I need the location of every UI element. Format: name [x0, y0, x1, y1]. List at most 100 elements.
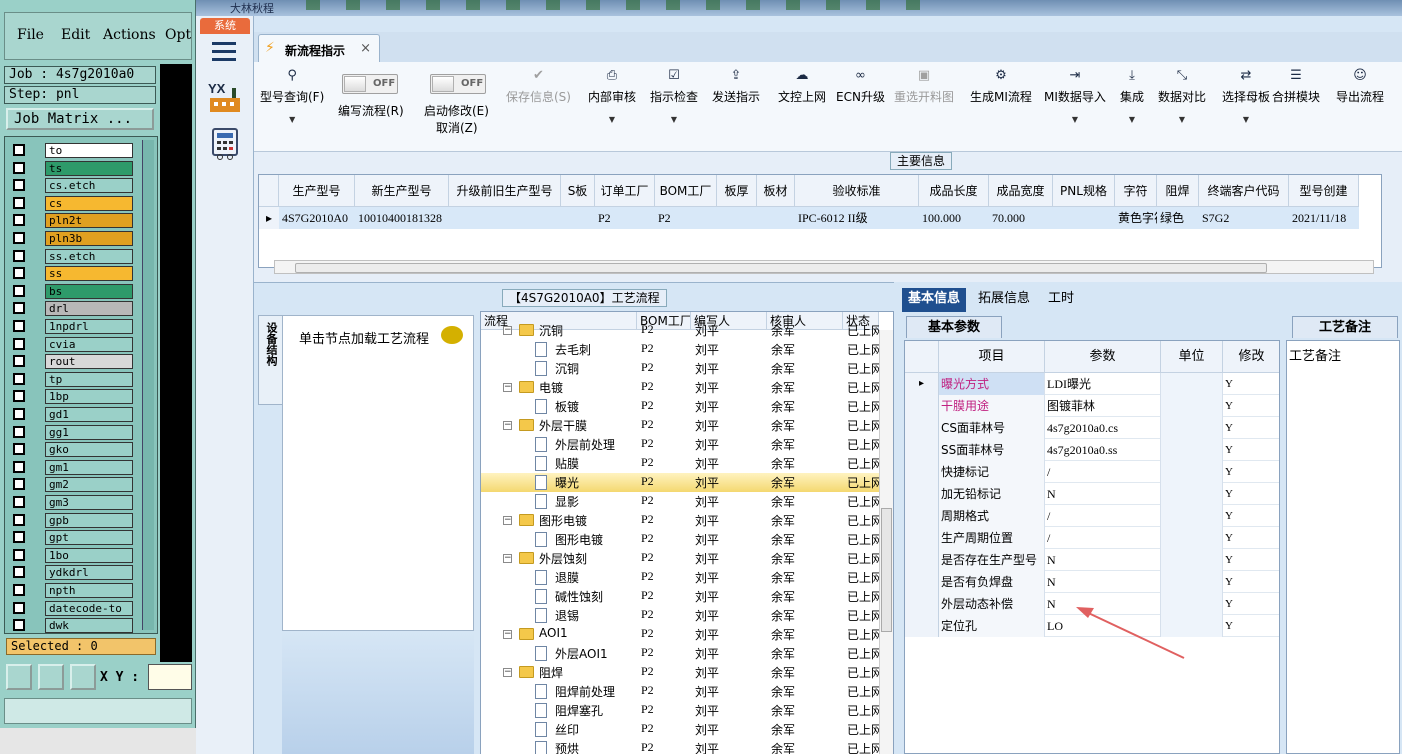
tree-group-row[interactable]: − 沉铜 P2 刘平 余军 已上网 — [481, 321, 879, 340]
toggle-knob[interactable] — [344, 76, 366, 92]
layer-name[interactable]: rout — [45, 354, 133, 370]
grid-cell[interactable] — [757, 207, 795, 229]
column-header[interactable]: 成品长度 — [919, 175, 989, 207]
row-indicator[interactable] — [905, 549, 939, 571]
layer-name[interactable]: ss — [45, 266, 133, 282]
detail-tab[interactable]: 工时 — [1042, 288, 1080, 312]
toolbar-button-smile[interactable]: ☺ 导出流程 — [1336, 68, 1384, 105]
graphic-area[interactable] — [160, 64, 192, 662]
layer-checkbox[interactable] — [13, 161, 25, 174]
tree-step-row[interactable]: 阻焊前处理 P2 刘平 余军 已上网 — [481, 682, 879, 701]
tree-step-row[interactable]: 丝印 P2 刘平 余军 已上网 — [481, 720, 879, 739]
panel-splitter[interactable] — [472, 315, 480, 754]
layer-name[interactable]: 1npdrl — [45, 319, 133, 334]
param-row[interactable]: 定位孔 LO Y — [905, 615, 1279, 637]
layer-name[interactable]: gpt — [45, 530, 133, 546]
layer-name[interactable]: gm1 — [45, 459, 133, 475]
row-indicator[interactable] — [905, 527, 939, 549]
layer-row[interactable]: tp — [11, 371, 133, 387]
param-value[interactable]: N — [1045, 593, 1161, 615]
tree-step-row[interactable]: 曝光 P2 刘平 余军 已上网 — [481, 473, 879, 492]
toolbar-button-shuffle[interactable]: ⇄ 选择母板 ▼ — [1222, 68, 1270, 124]
layer-checkbox[interactable] — [13, 284, 25, 297]
layer-name[interactable]: gd1 — [45, 407, 133, 422]
dropdown-arrow-icon[interactable]: ▼ — [650, 115, 698, 124]
tree-step-row[interactable]: 沉铜 P2 刘平 余军 已上网 — [481, 359, 879, 378]
param-column-header[interactable]: 参数 — [1045, 341, 1161, 373]
toolbar-button-download[interactable]: ⤓ 集成 ▼ — [1120, 68, 1144, 124]
layer-checkbox[interactable] — [13, 584, 25, 596]
layer-row[interactable]: gko — [11, 442, 133, 458]
layer-row[interactable]: ss.etch — [11, 248, 133, 264]
param-row[interactable]: CS面菲林号 4s7g2010a0.cs Y — [905, 417, 1279, 439]
layer-row[interactable]: dwk — [11, 618, 133, 633]
layer-name[interactable]: gko — [45, 442, 133, 458]
layer-name[interactable]: 1bp — [45, 389, 133, 405]
collapse-icon[interactable]: − — [503, 668, 512, 677]
detail-tab[interactable]: 基本信息 — [902, 288, 967, 312]
xy-input[interactable] — [148, 664, 192, 690]
column-header[interactable]: 订单工厂 — [595, 175, 655, 207]
param-unit[interactable] — [1161, 417, 1223, 439]
layer-checkbox[interactable] — [13, 566, 25, 579]
row-indicator[interactable] — [905, 395, 939, 417]
layer-checkbox[interactable] — [13, 144, 25, 156]
param-value[interactable]: / — [1045, 527, 1161, 549]
column-header[interactable]: 终端客户代码 — [1199, 175, 1289, 207]
param-unit[interactable] — [1161, 461, 1223, 483]
layer-name[interactable]: gm2 — [45, 477, 133, 493]
layer-name[interactable]: ydkdrl — [45, 565, 133, 581]
param-row[interactable]: ▸ 曝光方式 LDI曝光 Y — [905, 373, 1279, 395]
layer-checkbox[interactable] — [13, 267, 25, 280]
layer-checkbox[interactable] — [13, 513, 25, 526]
toolbar-button-check[interactable]: ✔ 保存信息(S) — [506, 68, 571, 105]
layer-name[interactable]: cs.etch — [45, 178, 133, 194]
row-indicator[interactable] — [905, 483, 939, 505]
toggle-switch[interactable]: OFF — [342, 74, 398, 94]
layer-row[interactable]: gpb — [11, 512, 133, 528]
layer-row[interactable]: npth — [11, 583, 133, 598]
toolbar-button-checkbox[interactable]: ☑ 指示检查 ▼ — [650, 68, 698, 124]
toolbar-button-binoculars[interactable]: ∞ ECN升级 — [836, 68, 885, 105]
dropdown-arrow-icon[interactable]: ▼ — [588, 115, 636, 124]
param-row[interactable]: SS面菲林号 4s7g2010a0.ss Y — [905, 439, 1279, 461]
tree-step-row[interactable]: 阻焊塞孔 P2 刘平 余军 已上网 — [481, 701, 879, 720]
layer-checkbox[interactable] — [13, 460, 25, 473]
tree-vscrollbar[interactable] — [879, 330, 893, 754]
main-grid-hscrollbar[interactable] — [274, 260, 1374, 274]
vertical-tab-structure[interactable]: 设备结构 — [258, 315, 282, 405]
layer-row[interactable]: ts — [11, 160, 133, 176]
grid-cell[interactable]: 100.000 — [919, 207, 989, 229]
row-indicator[interactable] — [905, 593, 939, 615]
column-header[interactable]: 阻焊 — [1157, 175, 1199, 207]
row-indicator[interactable] — [905, 461, 939, 483]
basic-params-label[interactable]: 基本参数 — [906, 316, 1002, 338]
toggle-knob[interactable] — [432, 76, 454, 92]
zoom-fit-icon[interactable] — [6, 664, 32, 690]
main-grid-hscroll-thumb[interactable] — [295, 263, 1267, 273]
grid-cell[interactable]: 2021/11/18 — [1289, 207, 1359, 229]
layer-name[interactable]: to — [45, 143, 133, 158]
param-unit[interactable] — [1161, 571, 1223, 593]
grid-cell[interactable]: 70.000 — [989, 207, 1053, 229]
layer-row[interactable]: to — [11, 143, 133, 158]
layer-row[interactable]: gd1 — [11, 407, 133, 422]
tree-step-row[interactable]: 碱性蚀刻 P2 刘平 余军 已上网 — [481, 587, 879, 606]
layer-checkbox[interactable] — [13, 320, 25, 332]
param-value[interactable]: / — [1045, 505, 1161, 527]
layer-name[interactable]: gg1 — [45, 424, 133, 440]
layer-name[interactable]: pln3b — [45, 231, 133, 246]
toolbar-button-image[interactable]: ▣ 重选开料图 — [894, 68, 954, 105]
layer-row[interactable]: cs.etch — [11, 178, 133, 194]
row-indicator[interactable] — [905, 571, 939, 593]
layer-checkbox[interactable] — [13, 249, 25, 262]
layer-checkbox[interactable] — [13, 302, 25, 315]
param-value[interactable]: N — [1045, 483, 1161, 505]
layer-checkbox[interactable] — [13, 408, 25, 420]
tree-step-row[interactable]: 板镀 P2 刘平 余军 已上网 — [481, 397, 879, 416]
layer-row[interactable]: ss — [11, 266, 133, 282]
param-unit[interactable] — [1161, 549, 1223, 571]
tree-group-row[interactable]: − AOI1 P2 刘平 余军 已上网 — [481, 625, 879, 644]
layer-row[interactable]: gg1 — [11, 424, 133, 440]
layer-name[interactable]: bs — [45, 283, 133, 299]
